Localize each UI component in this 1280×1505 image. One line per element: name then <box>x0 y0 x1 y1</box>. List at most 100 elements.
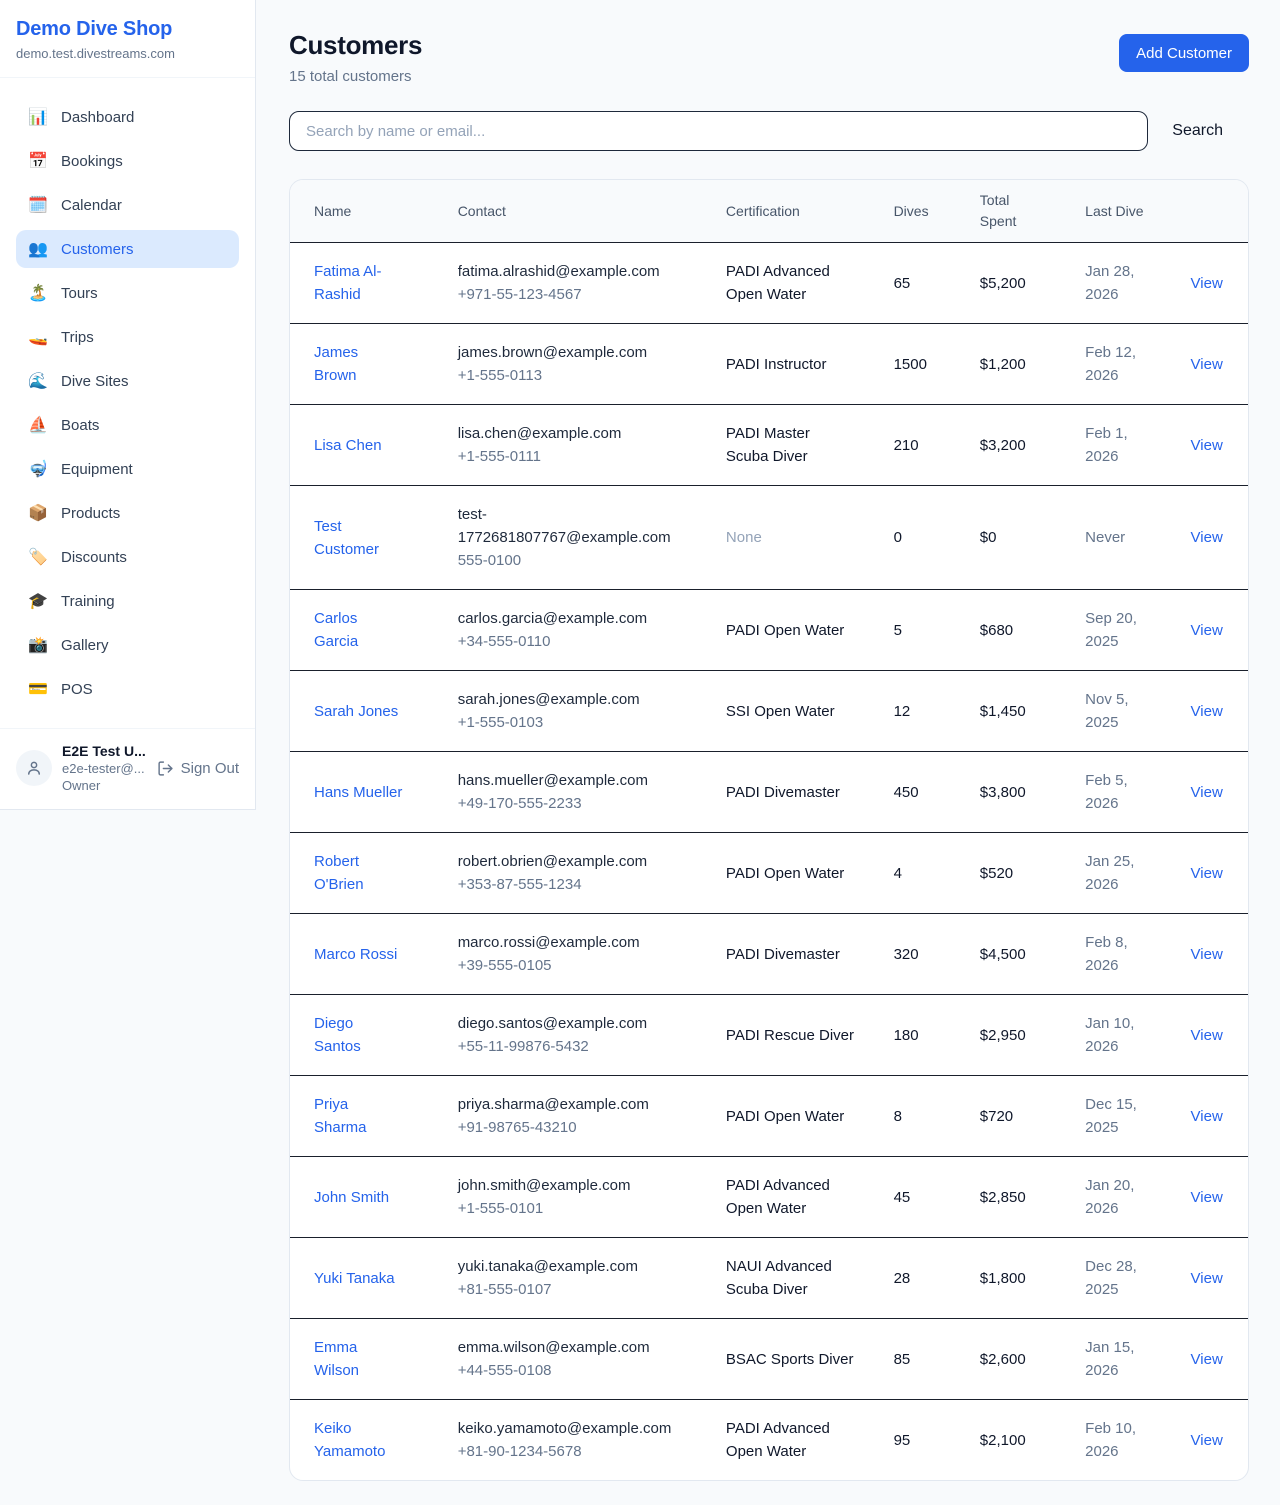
view-link[interactable]: View <box>1191 784 1223 801</box>
dive-count: 450 <box>894 784 919 801</box>
view-link[interactable]: View <box>1191 1270 1223 1287</box>
last-dive-date: Feb 5, 2026 <box>1085 769 1152 815</box>
total-spent: $720 <box>980 1108 1013 1125</box>
customer-name-link[interactable]: Priya Sharma <box>314 1093 404 1139</box>
total-spent: $3,800 <box>980 784 1026 801</box>
customer-phone: +91-98765-43210 <box>458 1119 577 1136</box>
total-spent: $1,800 <box>980 1270 1026 1287</box>
contact-cell: priya.sharma@example.com +91-98765-43210 <box>458 1093 649 1139</box>
view-link[interactable]: View <box>1191 437 1223 454</box>
add-customer-button[interactable]: Add Customer <box>1119 34 1249 72</box>
table-row: John Smith john.smith@example.com +1-555… <box>290 1157 1248 1238</box>
view-link[interactable]: View <box>1191 1108 1223 1125</box>
customer-phone: +81-90-1234-5678 <box>458 1443 582 1460</box>
contact-cell: marco.rossi@example.com +39-555-0105 <box>458 931 640 977</box>
sidebar-item[interactable]: 🌊 Dive Sites <box>16 362 239 400</box>
dive-count: 65 <box>894 275 911 292</box>
dive-count: 1500 <box>894 356 927 373</box>
brand-block: Demo Dive Shop demo.test.divestreams.com <box>0 0 255 78</box>
search-button[interactable]: Search <box>1148 122 1249 140</box>
customer-name-link[interactable]: Lisa Chen <box>314 434 382 457</box>
sidebar-item-label: Tours <box>61 285 98 302</box>
customer-email: lisa.chen@example.com <box>458 425 622 442</box>
view-link[interactable]: View <box>1191 1189 1223 1206</box>
customer-name-link[interactable]: Marco Rossi <box>314 943 397 966</box>
view-link[interactable]: View <box>1191 1432 1223 1449</box>
sidebar-item[interactable]: 🎓 Training <box>16 582 239 620</box>
view-link[interactable]: View <box>1191 622 1223 639</box>
view-link[interactable]: View <box>1191 275 1223 292</box>
view-link[interactable]: View <box>1191 1027 1223 1044</box>
customer-phone: +81-555-0107 <box>458 1281 552 1298</box>
customer-name-link[interactable]: Sarah Jones <box>314 700 398 723</box>
sidebar-footer: E2E Test U... e2e-tester@... Owner Sign … <box>0 728 255 809</box>
last-dive-date: Nov 5, 2025 <box>1085 688 1152 734</box>
customer-name-link[interactable]: Hans Mueller <box>314 781 402 804</box>
last-dive-date: Feb 1, 2026 <box>1085 422 1152 468</box>
sidebar-item[interactable]: 📦 Products <box>16 494 239 532</box>
customer-name-link[interactable]: Diego Santos <box>314 1012 404 1058</box>
sidebar-item-label: Discounts <box>61 549 127 566</box>
search-input[interactable] <box>289 111 1148 151</box>
sidebar-item[interactable]: 🏝️ Tours <box>16 274 239 312</box>
table-body: Fatima Al-Rashid fatima.alrashid@example… <box>290 243 1248 1481</box>
customer-phone: +1-555-0103 <box>458 714 544 731</box>
brand-title[interactable]: Demo Dive Shop <box>16 18 239 41</box>
customer-email: james.brown@example.com <box>458 344 647 361</box>
customer-name-link[interactable]: Yuki Tanaka <box>314 1267 395 1290</box>
table-row: Emma Wilson emma.wilson@example.com +44-… <box>290 1319 1248 1400</box>
sidebar-item[interactable]: 📅 Bookings <box>16 142 239 180</box>
sidebar-item[interactable]: ⛵ Boats <box>16 406 239 444</box>
customer-name-link[interactable]: Robert O'Brien <box>314 850 404 896</box>
customer-name-link[interactable]: Keiko Yamamoto <box>314 1417 404 1463</box>
view-link[interactable]: View <box>1191 529 1223 546</box>
contact-cell: sarah.jones@example.com +1-555-0103 <box>458 688 640 734</box>
sidebar-item-label: Dashboard <box>61 109 134 126</box>
col-header-name: Name <box>290 180 434 243</box>
sidebar-item[interactable]: 💳 POS <box>16 670 239 708</box>
view-link[interactable]: View <box>1191 946 1223 963</box>
view-link[interactable]: View <box>1191 356 1223 373</box>
customer-name-link[interactable]: John Smith <box>314 1186 389 1209</box>
sidebar-item[interactable]: 👥 Customers <box>16 230 239 268</box>
certification: PADI Divemaster <box>726 943 840 966</box>
contact-cell: carlos.garcia@example.com +34-555-0110 <box>458 607 647 653</box>
customer-name-link[interactable]: Carlos Garcia <box>314 607 404 653</box>
sidebar-item-label: Products <box>61 505 120 522</box>
col-header-dives: Dives <box>870 180 956 243</box>
col-header-contact: Contact <box>434 180 702 243</box>
dive-count: 5 <box>894 622 902 639</box>
view-link[interactable]: View <box>1191 703 1223 720</box>
total-spent: $1,200 <box>980 356 1026 373</box>
total-spent: $2,100 <box>980 1432 1026 1449</box>
last-dive-date: Sep 20, 2025 <box>1085 607 1152 653</box>
last-dive-date: Feb 10, 2026 <box>1085 1417 1152 1463</box>
dive-count: 12 <box>894 703 911 720</box>
page-header: Customers 15 total customers Add Custome… <box>289 30 1249 85</box>
table-row: Yuki Tanaka yuki.tanaka@example.com +81-… <box>290 1238 1248 1319</box>
user-icon <box>25 759 43 777</box>
col-header-actions <box>1167 180 1248 243</box>
certification: PADI Instructor <box>726 353 827 376</box>
sidebar-item[interactable]: 🤿 Equipment <box>16 450 239 488</box>
sidebar-item-label: Dive Sites <box>61 373 129 390</box>
sign-out-button[interactable]: Sign Out <box>157 760 239 777</box>
sidebar-item[interactable]: 📸 Gallery <box>16 626 239 664</box>
sidebar-item[interactable]: 📊 Dashboard <box>16 98 239 136</box>
view-link[interactable]: View <box>1191 1351 1223 1368</box>
customer-name-link[interactable]: Fatima Al-Rashid <box>314 260 404 306</box>
view-link[interactable]: View <box>1191 865 1223 882</box>
sidebar-item[interactable]: 🚤 Trips <box>16 318 239 356</box>
total-spent: $2,850 <box>980 1189 1026 1206</box>
sidebar-item[interactable]: 🗓️ Calendar <box>16 186 239 224</box>
customer-phone: 555-0100 <box>458 552 521 569</box>
total-spent: $2,600 <box>980 1351 1026 1368</box>
sidebar-item[interactable]: 🏷️ Discounts <box>16 538 239 576</box>
customer-name-link[interactable]: James Brown <box>314 341 404 387</box>
user-email: e2e-tester@... <box>62 761 153 776</box>
customer-name-link[interactable]: Test Customer <box>314 515 404 561</box>
customer-name-link[interactable]: Emma Wilson <box>314 1336 404 1382</box>
sidebar-item-label: Boats <box>61 417 99 434</box>
contact-cell: lisa.chen@example.com +1-555-0111 <box>458 422 622 468</box>
last-dive-date: Feb 8, 2026 <box>1085 931 1152 977</box>
